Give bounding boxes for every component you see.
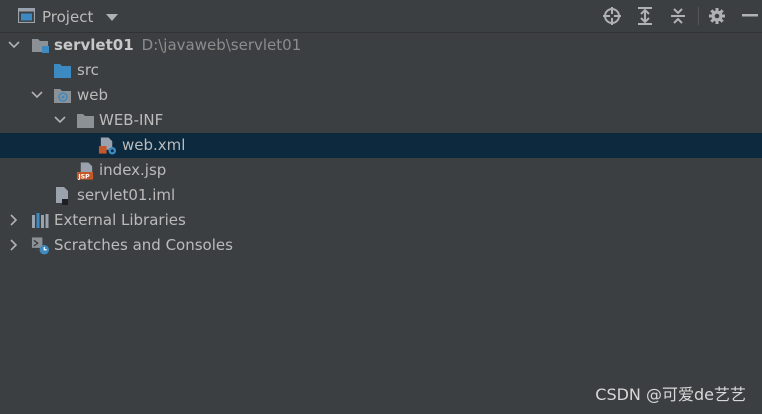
expand-all-icon[interactable] bbox=[633, 4, 657, 28]
chevron-right-icon[interactable] bbox=[7, 238, 21, 252]
tree-row-web-xml[interactable]: web.xml bbox=[0, 133, 762, 158]
minimize-icon[interactable] bbox=[738, 4, 762, 28]
folder-icon bbox=[76, 111, 95, 130]
library-icon bbox=[31, 211, 50, 230]
project-view-icon bbox=[17, 7, 36, 27]
toolbar bbox=[600, 4, 762, 28]
tree-label-web-xml: web.xml bbox=[122, 136, 186, 154]
tree-label-servlet01: servlet01 D:\javaweb\servlet01 bbox=[54, 36, 302, 54]
web-folder-icon bbox=[53, 86, 72, 105]
tree-label-scratches: Scratches and Consoles bbox=[54, 236, 233, 254]
tree-label-src: src bbox=[77, 61, 99, 79]
iml-file-icon bbox=[53, 186, 72, 205]
source-folder-icon bbox=[53, 61, 72, 80]
svg-text:JSP: JSP bbox=[77, 173, 90, 180]
tree-row-servlet01-iml[interactable]: servlet01.iml bbox=[0, 183, 762, 208]
tree-row-scratches[interactable]: Scratches and Consoles bbox=[0, 233, 762, 258]
view-title: Project bbox=[42, 8, 94, 26]
tree-label-servlet01-iml: servlet01.iml bbox=[77, 186, 176, 204]
scratches-icon bbox=[31, 236, 50, 255]
module-folder-icon bbox=[31, 36, 50, 55]
tree-row-index-jsp[interactable]: JSP index.jsp bbox=[0, 158, 762, 183]
crosshair-icon[interactable] bbox=[600, 4, 624, 28]
chevron-down-icon[interactable] bbox=[106, 8, 119, 26]
tree-row-servlet01[interactable]: servlet01 D:\javaweb\servlet01 bbox=[0, 33, 762, 58]
tree-row-web-inf[interactable]: WEB-INF bbox=[0, 108, 762, 133]
chevron-right-icon[interactable] bbox=[7, 213, 21, 227]
tree-label-index-jsp: index.jsp bbox=[99, 161, 167, 179]
tree-label-web: web bbox=[77, 86, 109, 104]
chevron-down-icon[interactable] bbox=[30, 88, 44, 102]
project-tool-window: Project servlet01 D:\javaweb\servlet01 s… bbox=[0, 0, 762, 414]
tree-label-web-inf: WEB-INF bbox=[99, 111, 164, 129]
tree-row-external-libraries[interactable]: External Libraries bbox=[0, 208, 762, 233]
jsp-file-icon: JSP bbox=[76, 161, 95, 180]
xml-file-icon bbox=[98, 136, 117, 155]
view-selector[interactable]: Project bbox=[17, 6, 119, 28]
collapse-all-icon[interactable] bbox=[666, 4, 690, 28]
toolbar-separator bbox=[698, 7, 699, 25]
tool-window-header: Project bbox=[0, 0, 762, 33]
project-tree: servlet01 D:\javaweb\servlet01 src web W… bbox=[0, 33, 762, 258]
tree-row-src[interactable]: src bbox=[0, 58, 762, 83]
chevron-down-icon[interactable] bbox=[53, 113, 67, 127]
tree-row-web[interactable]: web bbox=[0, 83, 762, 108]
module-path: D:\javaweb\servlet01 bbox=[141, 36, 302, 54]
tree-label-external-libraries: External Libraries bbox=[54, 211, 186, 229]
watermark: CSDN @可爱de艺艺 bbox=[595, 385, 746, 404]
chevron-down-icon[interactable] bbox=[7, 38, 21, 52]
gear-icon[interactable] bbox=[705, 4, 729, 28]
